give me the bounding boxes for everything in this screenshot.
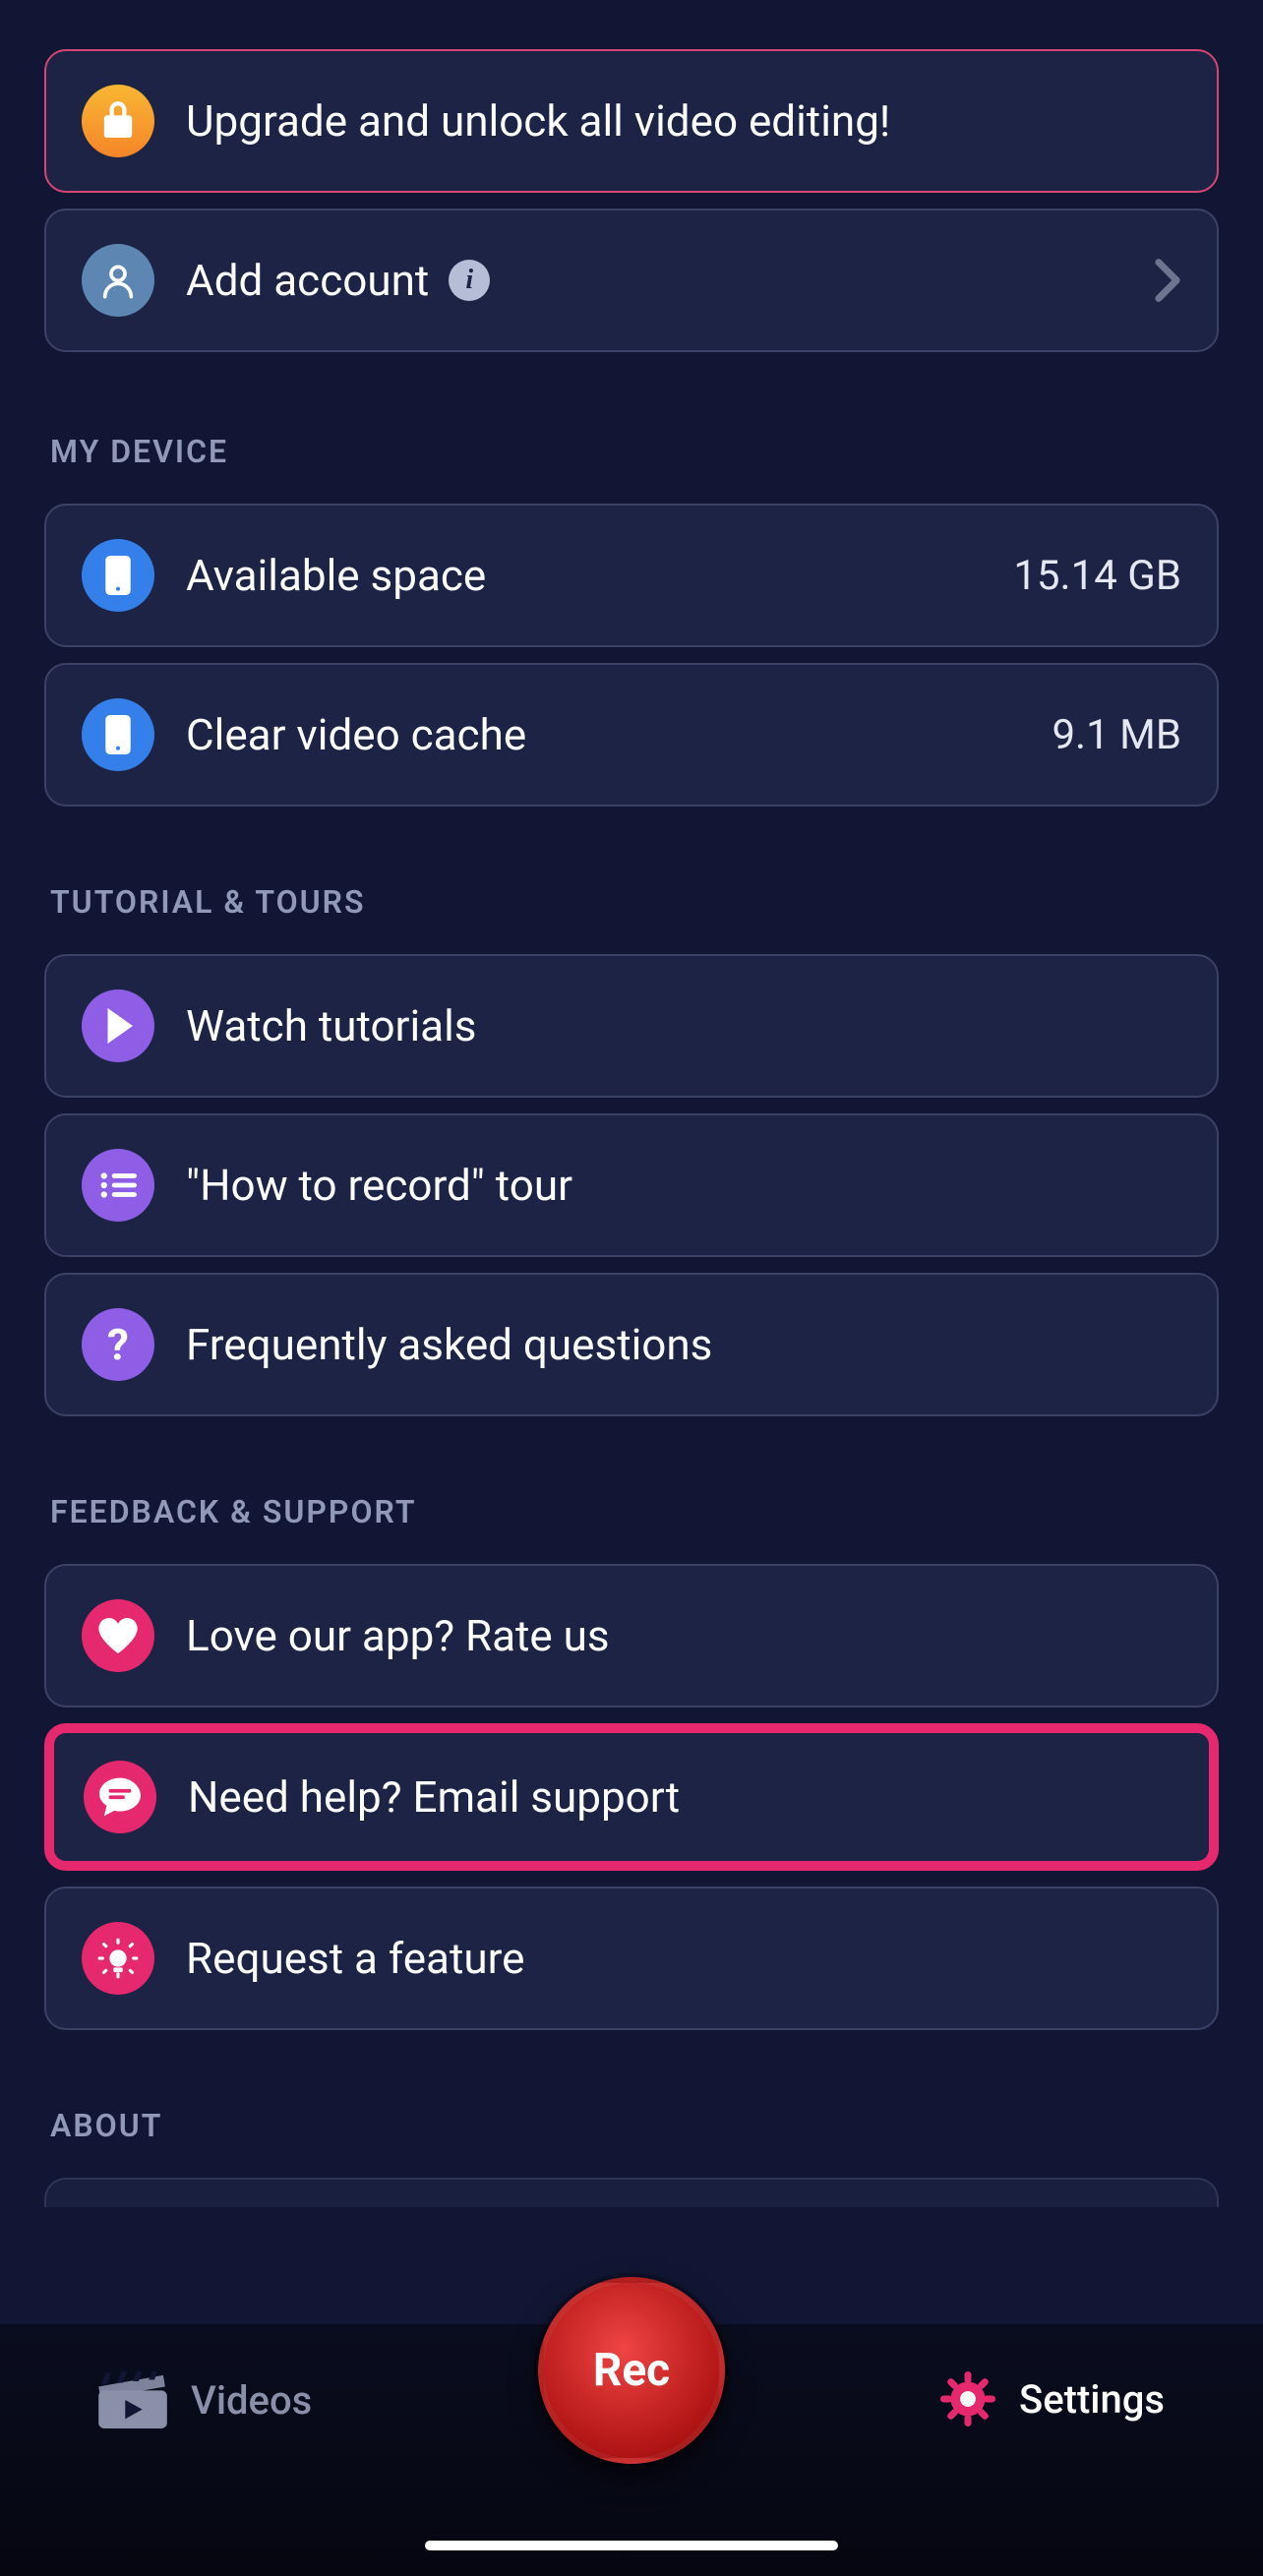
section-title-device: MY DEVICE bbox=[50, 433, 1219, 470]
question-icon: ? bbox=[82, 1308, 154, 1381]
nav-settings[interactable]: Settings bbox=[940, 2371, 1165, 2426]
record-button-label: Rec bbox=[593, 2344, 670, 2397]
clear-cache-value: 9.1 MB bbox=[1052, 711, 1181, 759]
add-account-label: Add account bbox=[186, 255, 429, 306]
lightbulb-icon bbox=[82, 1922, 154, 1995]
rate-us-row[interactable]: Love our app? Rate us bbox=[44, 1564, 1219, 1707]
faq-label: Frequently asked questions bbox=[186, 1319, 1181, 1370]
record-tour-row[interactable]: "How to record" tour bbox=[44, 1113, 1219, 1257]
rate-us-label: Love our app? Rate us bbox=[186, 1610, 1181, 1661]
phone-icon bbox=[82, 698, 154, 771]
watch-tutorials-label: Watch tutorials bbox=[186, 1000, 1181, 1051]
info-icon[interactable]: i bbox=[449, 260, 490, 301]
clapper-icon bbox=[98, 2371, 167, 2428]
email-support-label: Need help? Email support bbox=[188, 1771, 1179, 1823]
add-account-row[interactable]: Add account i bbox=[44, 209, 1219, 352]
list-icon bbox=[82, 1149, 154, 1222]
chevron-right-icon bbox=[1154, 258, 1181, 303]
play-icon bbox=[82, 989, 154, 1062]
request-feature-row[interactable]: Request a feature bbox=[44, 1887, 1219, 2030]
clear-cache-label: Clear video cache bbox=[186, 709, 1052, 760]
person-icon bbox=[82, 244, 154, 317]
section-title-feedback: FEEDBACK & SUPPORT bbox=[50, 1493, 1219, 1530]
chat-icon bbox=[84, 1761, 156, 1833]
clear-cache-row[interactable]: Clear video cache 9.1 MB bbox=[44, 663, 1219, 807]
available-space-row[interactable]: Available space 15.14 GB bbox=[44, 504, 1219, 647]
record-button[interactable]: Rec bbox=[538, 2277, 725, 2464]
email-support-row[interactable]: Need help? Email support bbox=[44, 1723, 1219, 1871]
watch-tutorials-row[interactable]: Watch tutorials bbox=[44, 954, 1219, 1098]
heart-icon bbox=[82, 1599, 154, 1672]
available-space-label: Available space bbox=[186, 550, 1013, 601]
about-row-peek bbox=[44, 2178, 1219, 2207]
upgrade-row[interactable]: Upgrade and unlock all video editing! bbox=[44, 49, 1219, 193]
home-indicator[interactable] bbox=[425, 2541, 838, 2550]
record-tour-label: "How to record" tour bbox=[186, 1160, 1181, 1211]
available-space-value: 15.14 GB bbox=[1013, 552, 1181, 600]
lock-icon bbox=[82, 85, 154, 157]
nav-videos-label: Videos bbox=[191, 2377, 312, 2424]
upgrade-label: Upgrade and unlock all video editing! bbox=[186, 95, 1181, 147]
nav-settings-label: Settings bbox=[1019, 2376, 1165, 2423]
gear-icon bbox=[940, 2371, 995, 2426]
section-title-tutorials: TUTORIAL & TOURS bbox=[50, 883, 1219, 921]
bottom-nav: Videos Rec Settings bbox=[0, 2324, 1263, 2576]
nav-videos[interactable]: Videos bbox=[98, 2371, 312, 2428]
phone-icon bbox=[82, 539, 154, 612]
section-title-about: ABOUT bbox=[50, 2107, 1219, 2144]
faq-row[interactable]: ? Frequently asked questions bbox=[44, 1273, 1219, 1416]
request-feature-label: Request a feature bbox=[186, 1933, 1181, 1984]
